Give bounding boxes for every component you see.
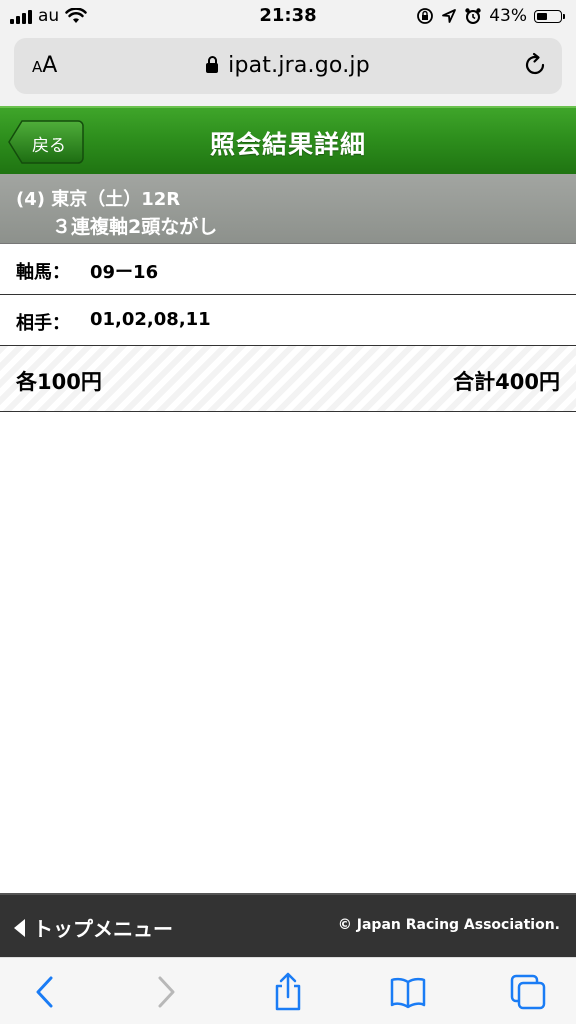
share-icon[interactable] [268, 972, 308, 1012]
amount-total: 合計400円 [453, 370, 560, 394]
rotation-lock-icon [417, 8, 434, 24]
reload-icon[interactable] [522, 52, 548, 78]
back-icon[interactable] [26, 972, 66, 1012]
axis-horse-value: 09ー16 [90, 262, 159, 283]
page-title: 照会結果詳細 [209, 130, 366, 159]
axis-horse-label: 軸馬： [16, 262, 70, 283]
amount-each: 各100円 [16, 370, 102, 394]
bookmarks-icon[interactable] [388, 972, 428, 1012]
axis-horse-row: 軸馬： 09ー16 [0, 244, 576, 295]
lock-icon [206, 56, 219, 73]
url-text: ipat.jra.go.jp [228, 53, 370, 78]
browser-address-area: AA ipat.jra.go.jp [0, 34, 576, 106]
url-field[interactable]: ipat.jra.go.jp [14, 53, 562, 78]
page-header: 戻る 照会結果詳細 [0, 106, 576, 174]
amount-summary: 各100円 合計400円 [0, 346, 576, 412]
forward-icon[interactable] [145, 972, 185, 1012]
battery-icon [534, 9, 565, 23]
partner-value: 01,02,08,11 [90, 309, 211, 330]
triangle-left-icon [14, 918, 25, 937]
tabs-icon[interactable] [508, 972, 548, 1012]
race-info: (4) 東京（土）12R ３連複軸2頭ながし [0, 174, 576, 244]
race-name: (4) 東京（土）12R [16, 189, 181, 210]
status-bar: au 21:38 43% [0, 0, 576, 34]
address-bar[interactable]: AA ipat.jra.go.jp [14, 38, 562, 94]
bet-type: ３連複軸2頭ながし [52, 216, 218, 238]
browser-toolbar [0, 957, 576, 1024]
alarm-icon [465, 8, 481, 24]
location-icon [442, 9, 457, 23]
page-footer: トップメニュー © Japan Racing Association. [0, 893, 576, 957]
copyright-text: © Japan Racing Association. [337, 917, 560, 933]
top-menu-link[interactable]: トップメニュー [14, 913, 173, 942]
partner-row: 相手： 01,02,08,11 [0, 295, 576, 346]
partner-label: 相手： [16, 313, 70, 334]
battery-percent: 43% [489, 6, 527, 26]
top-menu-label: トップメニュー [33, 917, 173, 941]
status-right: 43% [416, 5, 565, 27]
